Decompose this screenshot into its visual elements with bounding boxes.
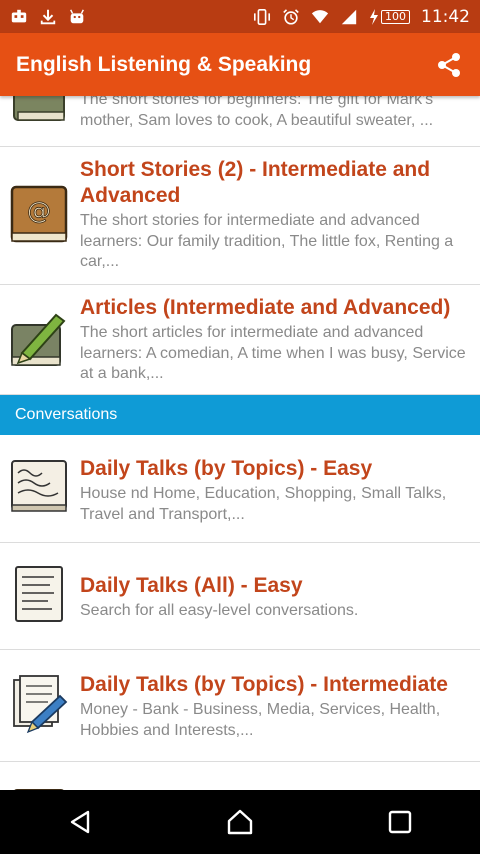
item-description: The short articles for intermediate and … [80,324,466,382]
battery-indicator: 100 [369,8,410,25]
status-left [10,8,86,26]
battery-level: 100 [381,9,410,24]
list-item[interactable]: The short stories for beginners: The gif… [0,96,480,147]
recents-icon [388,810,412,834]
signal-icon [341,9,357,24]
notification-icon [11,9,27,22]
recents-button[interactable] [380,802,420,842]
download-icon [40,9,56,24]
item-title: Short Stories (2) - Intermediate and Adv… [80,158,431,207]
book-pen-icon [11,313,66,366]
list-item[interactable]: Articles (Intermediate and Advanced) The… [0,285,480,395]
item-description: Money - Bank - Business, Media, Services… [80,701,441,739]
charging-icon [370,8,378,25]
notepad-icon [15,566,63,622]
item-title: Daily Talks (by Topics) - Intermediate [80,673,448,696]
alarm-icon [283,8,299,25]
app-bar: English Listening & Speaking [0,33,480,96]
list-item[interactable]: Daily Talks (by Topics) - Intermediate M… [0,650,480,762]
clock: 11:42 [421,6,470,27]
item-description: Search for all easy-level conversations. [80,602,359,619]
book-icon [13,96,65,121]
list-item[interactable]: Daily Talks (by Topics) - Easy House nd … [0,435,480,543]
handwritten-note-icon [11,460,67,512]
status-right: 100 11:42 [253,7,470,27]
item-description: House nd Home, Education, Shopping, Smal… [80,485,447,523]
vibrate-icon [253,8,271,25]
app-title: English Listening & Speaking [16,52,312,76]
section-header: Conversations [0,395,480,435]
content-list: The short stories for beginners: The gif… [0,96,480,790]
wifi-icon [311,9,329,23]
list-item[interactable]: @ Short Stories (2) - Intermediate and A… [0,147,480,285]
item-title: Daily Talks (by Topics) - Easy [80,457,373,480]
android-icon [70,8,84,23]
status-bar: 100 11:42 [0,0,480,33]
section-label: Conversations [15,406,118,423]
svg-text:@: @ [27,197,51,225]
home-icon [227,809,253,835]
list-item[interactable] [0,762,480,790]
home-button[interactable] [220,802,260,842]
item-description: The short stories for intermediate and a… [80,212,454,270]
navigation-bar [0,790,480,854]
documents-pen-icon [13,675,68,734]
item-description: The short stories for beginners: The gif… [80,96,434,129]
item-title: Articles (Intermediate and Advanced) [80,296,451,319]
address-book-icon: @ [10,185,68,243]
share-icon[interactable] [434,50,464,80]
back-icon [70,810,90,834]
list-item[interactable]: Daily Talks (All) - Easy Search for all … [0,543,480,650]
item-title: Daily Talks (All) - Easy [80,574,303,597]
back-button[interactable] [60,802,100,842]
